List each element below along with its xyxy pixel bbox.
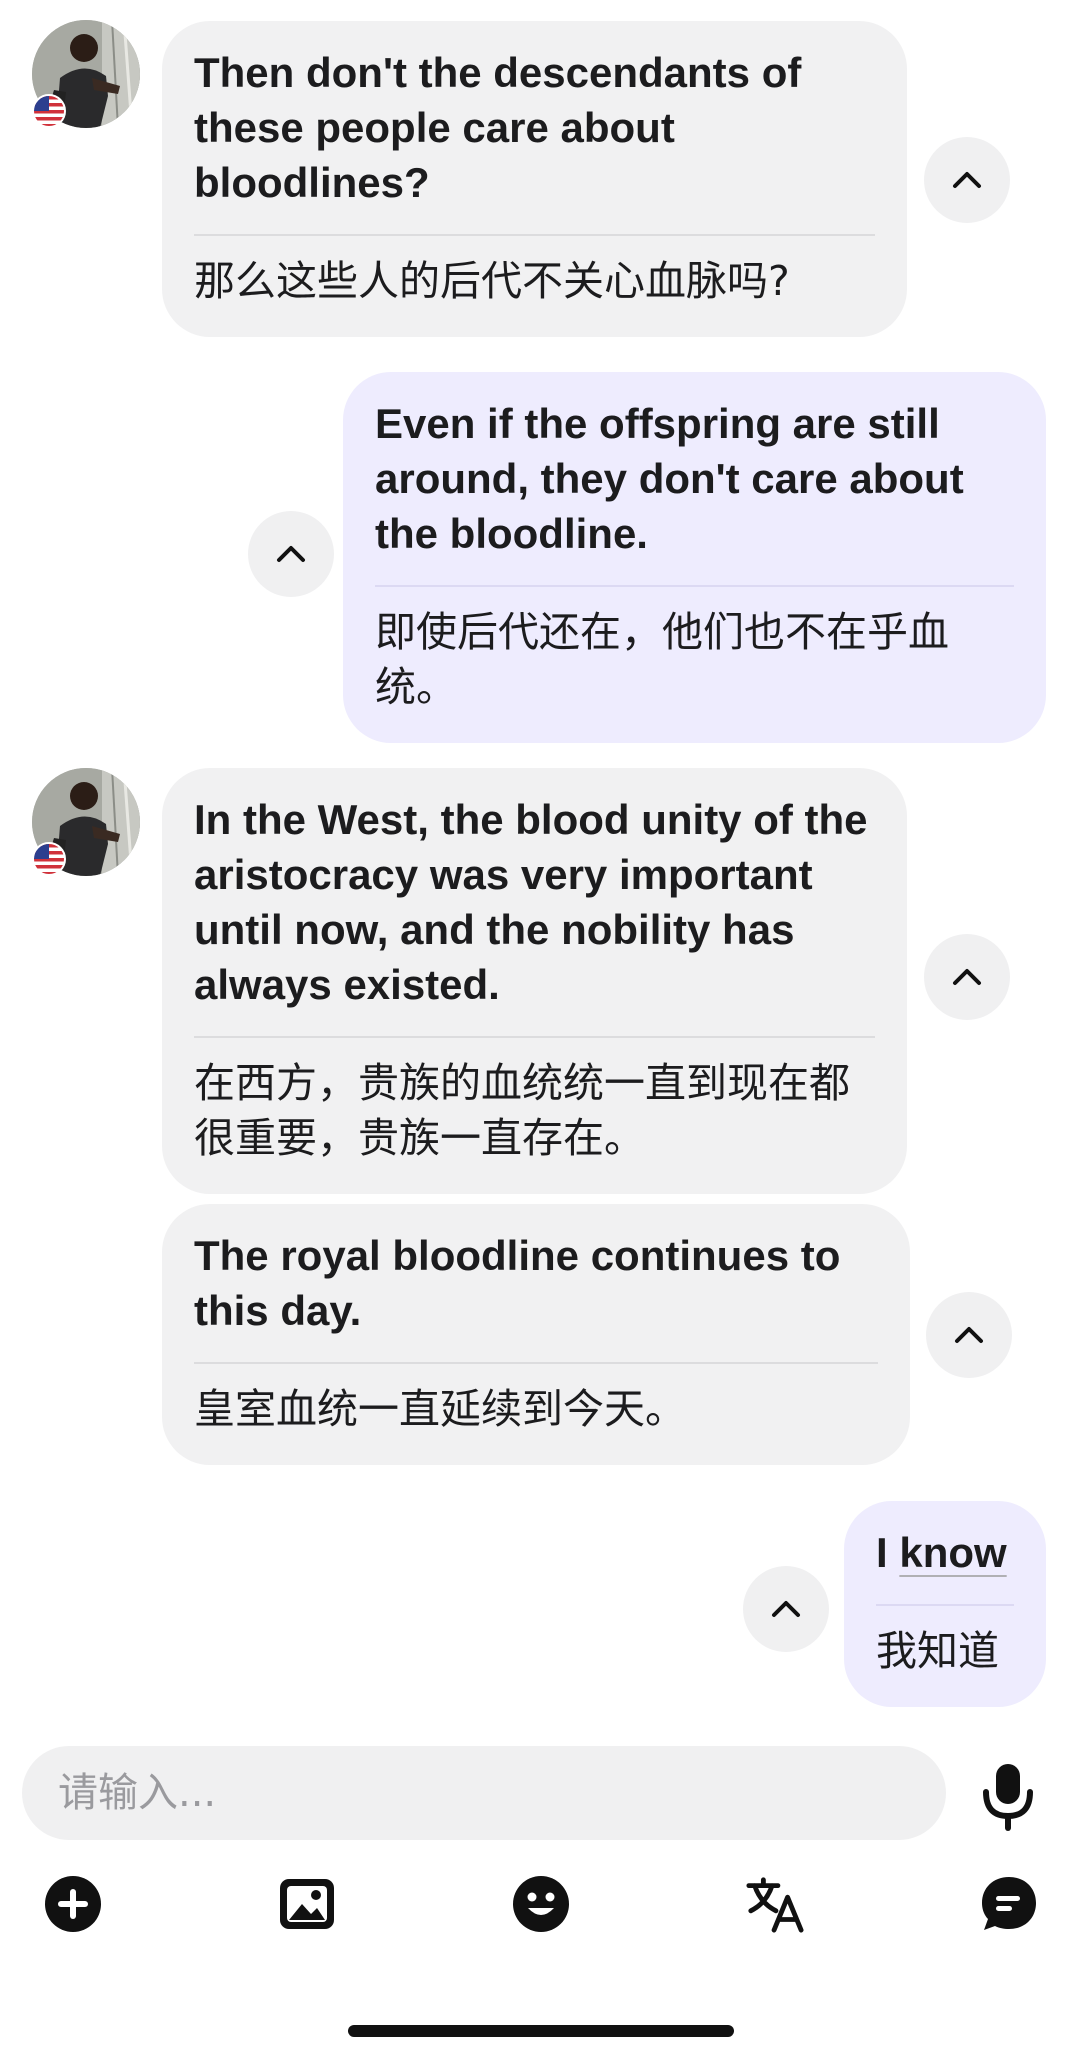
message-translation-text: 我知道 [876,1627,999,1675]
us-flag-icon [32,842,66,876]
add-circle-icon[interactable] [43,1874,103,1934]
message-input-container[interactable] [22,1746,946,1840]
chevron-up-icon [277,546,305,562]
message-original-prefix: I [876,1529,900,1576]
image-icon[interactable] [277,1874,337,1934]
home-indicator[interactable] [348,2025,734,2037]
message-bubble-incoming[interactable]: The royal bloodline continues to this da… [162,1204,910,1465]
emoji-icon[interactable] [511,1874,571,1934]
translation-divider [194,1036,875,1038]
message-original-text: Even if the offspring are still around, … [375,400,976,557]
microphone-icon[interactable] [980,1762,1036,1832]
message-original-text: Then don't the descendants of these peop… [194,49,814,206]
avatar[interactable] [32,768,140,876]
chevron-up-icon [772,1601,800,1617]
collapse-translation-button[interactable] [924,934,1010,1020]
message-bubble-outgoing[interactable]: I know 我知道 [844,1501,1046,1707]
message-translation-text: 在西方，贵族的血统统一直到现在都很重要，贵族一直存在。 [194,1059,850,1162]
chevron-up-icon [955,1327,983,1343]
collapse-translation-button[interactable] [926,1292,1012,1378]
translation-divider [375,585,1014,587]
chat-screen: Then don't the descendants of these peop… [0,0,1080,2059]
message-original-text: The royal bloodline continues to this da… [194,1232,853,1334]
message-original-text: I know [876,1525,1014,1580]
translation-divider [876,1604,1014,1606]
message-input[interactable] [56,1769,946,1817]
chevron-up-icon [953,172,981,188]
message-translation-text: 即使后代还在，他们也不在乎血统。 [375,608,949,711]
message-translation-text: 皇室血统一直延续到今天。 [194,1385,686,1433]
message-bubble-incoming[interactable]: Then don't the descendants of these peop… [162,21,907,337]
message-bubble-outgoing[interactable]: Even if the offspring are still around, … [343,372,1046,743]
message-bubble-incoming[interactable]: In the West, the blood unity of the aris… [162,768,907,1194]
translation-divider [194,234,875,236]
chevron-up-icon [953,969,981,985]
collapse-translation-button[interactable] [248,511,334,597]
message-original-text: In the West, the blood unity of the aris… [194,796,880,1008]
message-translation-text: 那么这些人的后代不关心血脉吗? [194,257,790,305]
translate-icon[interactable] [745,1874,805,1934]
message-original-underlined-word[interactable]: know [899,1529,1006,1576]
translation-divider [194,1362,878,1364]
chat-bubble-icon[interactable] [979,1874,1039,1934]
avatar[interactable] [32,20,140,128]
us-flag-icon [32,94,66,128]
collapse-translation-button[interactable] [743,1566,829,1652]
collapse-translation-button[interactable] [924,137,1010,223]
